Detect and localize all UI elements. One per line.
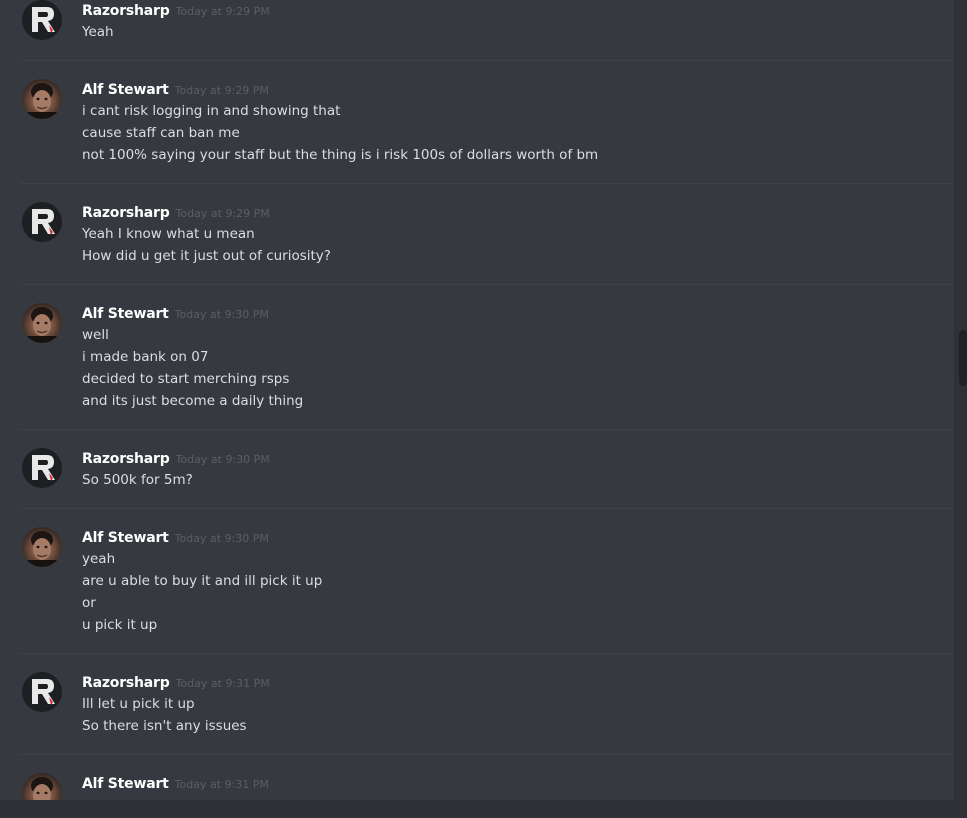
username[interactable]: Alf Stewart [82, 82, 169, 98]
timestamp: Today at 9:29 PM [174, 84, 269, 97]
message-divider [20, 429, 952, 430]
username[interactable]: Razorsharp [82, 451, 170, 467]
username[interactable]: Alf Stewart [82, 776, 169, 792]
razorsharp-r-logo-icon [22, 448, 62, 488]
message-header: Razorsharp Today at 9:29 PM [82, 202, 270, 222]
message-group: Razorsharp Today at 9:31 PM Ill let u pic… [0, 672, 952, 755]
message-header: Alf Stewart Today at 9:30 PM [82, 303, 269, 323]
username[interactable]: Alf Stewart [82, 530, 169, 546]
alf-stewart-avatar[interactable] [22, 79, 62, 119]
message-divider [20, 284, 952, 285]
message-line: Yeah I know what u mean [82, 226, 255, 242]
message-line: How did u get it just out of curiosity? [82, 248, 331, 264]
razorsharp-avatar[interactable] [22, 0, 62, 40]
username[interactable]: Alf Stewart [82, 306, 169, 322]
message-header: Razorsharp Today at 9:31 PM [82, 672, 270, 692]
alf-stewart-avatar[interactable] [22, 527, 62, 567]
message-line: decided to start merching rsps [82, 371, 290, 387]
alf-stewart-photo-avatar [22, 531, 62, 567]
message-line: or [82, 595, 96, 611]
scrollbar-track[interactable] [954, 0, 967, 818]
message-header: Alf Stewart Today at 9:30 PM [82, 527, 269, 547]
alf-stewart-photo-avatar [22, 307, 62, 343]
message-line: i cant risk logging in and showing that [82, 103, 341, 119]
message-divider [20, 508, 952, 509]
message-line: well [82, 327, 109, 343]
message-line: So there isn't any issues [82, 718, 247, 734]
message-line: Yeah [82, 24, 114, 40]
chat-viewport: Razorsharp Today at 9:29 PM Yeah Alf Stew… [0, 0, 967, 818]
razorsharp-r-logo-icon [22, 202, 62, 242]
timestamp: Today at 9:30 PM [174, 532, 269, 545]
message-divider [20, 653, 952, 654]
message-line: yeah [82, 551, 116, 567]
alf-stewart-photo-avatar [22, 83, 62, 119]
timestamp: Today at 9:29 PM [175, 5, 270, 18]
message-header: Alf Stewart Today at 9:31 PM [82, 773, 269, 793]
message-header: Alf Stewart Today at 9:29 PM [82, 79, 269, 99]
chat-bottom-edge [0, 800, 954, 818]
razorsharp-avatar[interactable] [22, 672, 62, 712]
message-group: Razorsharp Today at 9:30 PM So 500k for 5… [0, 448, 952, 509]
message-line: and its just become a daily thing [82, 393, 304, 409]
message-group: Alf Stewart Today at 9:30 PM yeah are u a… [0, 527, 952, 654]
message-group: Alf Stewart Today at 9:29 PM i cant risk … [0, 79, 952, 184]
razorsharp-r-logo-icon [22, 0, 62, 40]
message-line: are u able to buy it and ill pick it up [82, 573, 323, 589]
message-line: Ill let u pick it up [82, 696, 195, 712]
message-divider [20, 60, 952, 61]
timestamp: Today at 9:30 PM [175, 453, 270, 466]
message-line: cause staff can ban me [82, 125, 240, 141]
message-line: So 500k for 5m? [82, 472, 193, 488]
message-line: u pick it up [82, 617, 158, 633]
timestamp: Today at 9:30 PM [174, 308, 269, 321]
alf-stewart-avatar[interactable] [22, 303, 62, 343]
timestamp: Today at 9:29 PM [175, 207, 270, 220]
message-line: i made bank on 07 [82, 349, 209, 365]
message-line: not 100% saying your staff but the thing… [82, 147, 599, 163]
message-divider [20, 754, 952, 755]
razorsharp-r-logo-icon [22, 672, 62, 712]
message-group: Razorsharp Today at 9:29 PM Yeah [0, 0, 952, 61]
username[interactable]: Razorsharp [82, 675, 170, 691]
timestamp: Today at 9:31 PM [174, 778, 269, 791]
username[interactable]: Razorsharp [82, 205, 170, 221]
timestamp: Today at 9:31 PM [175, 677, 270, 690]
message-group: Alf Stewart Today at 9:30 PM well i made … [0, 303, 952, 430]
razorsharp-avatar[interactable] [22, 202, 62, 242]
scrollbar-thumb[interactable] [959, 330, 967, 386]
username[interactable]: Razorsharp [82, 3, 170, 19]
message-header: Razorsharp Today at 9:30 PM [82, 448, 270, 468]
message-header: Razorsharp Today at 9:29 PM [82, 0, 270, 20]
razorsharp-avatar[interactable] [22, 448, 62, 488]
message-divider [20, 183, 952, 184]
message-group: Razorsharp Today at 9:29 PM Yeah I know w… [0, 202, 952, 285]
